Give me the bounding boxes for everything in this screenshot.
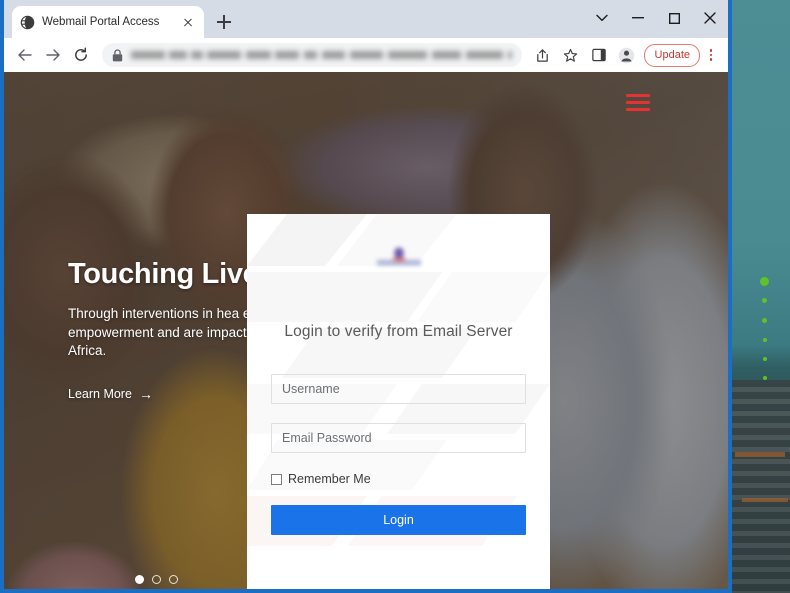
carousel-dots	[135, 575, 178, 584]
minimize-button[interactable]	[620, 0, 656, 36]
forward-button[interactable]	[40, 42, 66, 68]
close-button[interactable]	[692, 0, 728, 36]
carousel-dot-1[interactable]	[135, 575, 144, 584]
remember-me-label: Remember Me	[288, 472, 371, 486]
arrow-right-icon: →	[138, 385, 153, 402]
update-label: Update	[654, 49, 690, 61]
minimize-icon	[632, 17, 644, 19]
side-panel-button[interactable]	[586, 42, 612, 68]
profile-avatar-icon	[618, 47, 635, 63]
login-modal: Login to verify from Email Server Rememb…	[247, 214, 550, 589]
browser-window: Webmail Portal Access Update Touching Li…	[0, 0, 732, 593]
login-heading: Login to verify from Email Server	[284, 323, 513, 340]
page-viewport: Touching Lives Through interventions in …	[4, 72, 728, 589]
browser-menu-button[interactable]	[702, 42, 720, 68]
wallpaper-dot	[762, 318, 767, 323]
chevron-down-icon	[596, 14, 608, 22]
lock-icon	[112, 48, 123, 61]
maximize-icon	[668, 12, 680, 24]
wallpaper-dot	[763, 376, 767, 380]
page-menu-hamburger-icon[interactable]	[626, 94, 650, 111]
login-button[interactable]: Login	[271, 505, 526, 535]
wallpaper-dot	[762, 298, 767, 303]
browser-tab[interactable]: Webmail Portal Access	[12, 6, 204, 38]
bookmark-button[interactable]	[558, 42, 584, 68]
address-bar-url	[131, 51, 512, 59]
carousel-dot-3[interactable]	[169, 575, 178, 584]
brand-logo	[376, 244, 421, 270]
login-modal-content: Login to verify from Email Server Rememb…	[247, 244, 550, 535]
wallpaper-dot	[763, 338, 767, 342]
remember-me-checkbox[interactable]	[271, 473, 282, 485]
arrow-right-icon	[46, 49, 60, 61]
maximize-button[interactable]	[656, 0, 692, 36]
three-dot-menu-icon	[709, 49, 713, 61]
window-controls	[584, 0, 728, 36]
arrow-left-icon	[18, 49, 32, 61]
wallpaper-beam	[742, 498, 788, 502]
share-icon	[537, 48, 548, 62]
tab-search-button[interactable]	[584, 0, 620, 36]
new-tab-button[interactable]	[210, 8, 238, 36]
carousel-dot-2[interactable]	[152, 575, 161, 584]
address-bar[interactable]	[102, 43, 522, 67]
username-input[interactable]	[271, 374, 526, 404]
learn-more-link[interactable]: Learn More →	[68, 387, 153, 401]
side-panel-icon	[591, 48, 606, 62]
wallpaper-beam	[735, 452, 785, 457]
wallpaper-structure	[728, 380, 790, 593]
tab-strip: Webmail Portal Access	[4, 0, 728, 38]
update-button[interactable]: Update	[643, 43, 700, 67]
globe-icon	[20, 15, 35, 29]
browser-window-inner: Webmail Portal Access Update Touching Li…	[4, 0, 728, 589]
browser-toolbar: Update	[4, 38, 728, 72]
reload-button[interactable]	[68, 42, 94, 68]
password-input[interactable]	[271, 423, 526, 453]
star-icon	[563, 48, 578, 62]
profile-button[interactable]	[614, 42, 640, 68]
back-button[interactable]	[12, 42, 38, 68]
chevron-down-icon[interactable]	[386, 580, 410, 589]
wallpaper-dot	[763, 357, 767, 361]
remember-me-row[interactable]: Remember Me	[271, 472, 526, 486]
tab-title: Webmail Portal Access	[42, 16, 160, 28]
tab-close-icon[interactable]	[180, 14, 196, 30]
close-icon	[704, 12, 716, 24]
reload-icon	[75, 47, 87, 61]
wallpaper-dot	[760, 277, 769, 286]
learn-more-label: Learn More	[68, 386, 132, 401]
share-button[interactable]	[530, 42, 556, 68]
